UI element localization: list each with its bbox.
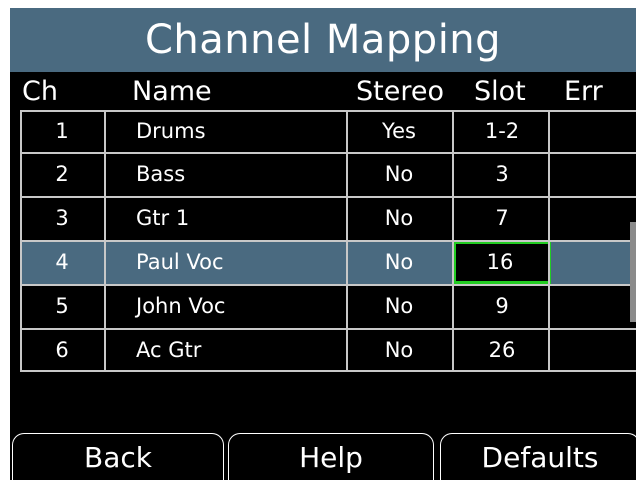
- cell-stereo: No: [384, 294, 414, 318]
- device-display: Channel Mapping Ch Name Stereo Slot Err …: [10, 8, 636, 480]
- grid-line: [20, 370, 636, 372]
- cell-ch: 1: [55, 119, 69, 143]
- cell-err: [552, 329, 636, 372]
- cell-err: [552, 110, 636, 153]
- grid-line: [20, 240, 636, 242]
- grid-line: [452, 110, 454, 372]
- cell-slot: 3: [495, 162, 509, 186]
- grid-line: [548, 110, 550, 372]
- grid-line: [20, 110, 636, 112]
- table-row-selected[interactable]: 4 Paul Voc No 16: [20, 241, 636, 284]
- column-header-err: Err: [564, 76, 603, 107]
- cell-slot: 1-2: [484, 119, 520, 143]
- cell-stereo: No: [384, 250, 414, 274]
- cell-err: [552, 197, 636, 240]
- page-title: Channel Mapping: [10, 8, 636, 72]
- cell-slot: 16: [486, 250, 514, 274]
- grid-line: [20, 152, 636, 154]
- cell-ch: 2: [55, 162, 69, 186]
- screen: Channel Mapping Ch Name Stereo Slot Err …: [0, 0, 636, 480]
- table-row[interactable]: 6 Ac Gtr No 26: [20, 329, 636, 372]
- grid-line: [346, 110, 348, 372]
- grid-line: [20, 110, 22, 372]
- column-header-name: Name: [132, 76, 212, 107]
- column-header-slot: Slot: [474, 76, 526, 107]
- help-button[interactable]: Help: [228, 433, 434, 480]
- grid-line: [20, 196, 636, 198]
- cell-name: Ac Gtr: [136, 338, 202, 362]
- cell-err: [552, 285, 636, 328]
- cell-name: John Voc: [136, 294, 226, 318]
- cell-stereo: No: [384, 338, 414, 362]
- defaults-button[interactable]: Defaults: [440, 433, 636, 480]
- cell-ch: 3: [55, 206, 69, 230]
- table-row[interactable]: 3 Gtr 1 No 7: [20, 197, 636, 240]
- back-button[interactable]: Back: [12, 433, 224, 480]
- cell-name: Drums: [136, 119, 206, 143]
- cell-name: Gtr 1: [136, 206, 190, 230]
- cell-err: [552, 153, 636, 196]
- grid-line: [104, 110, 106, 372]
- cell-slot: 26: [488, 338, 516, 362]
- cell-stereo: No: [384, 206, 414, 230]
- cell-stereo: Yes: [382, 119, 416, 143]
- grid-line: [20, 328, 636, 330]
- cell-ch: 6: [55, 338, 69, 362]
- cell-ch: 5: [55, 294, 69, 318]
- cell-stereo: No: [384, 162, 414, 186]
- cell-slot: 9: [495, 294, 509, 318]
- channel-table: 1 Drums Yes 1-2 2 Bass No 3 3 Gtr 1 No 7: [20, 110, 636, 372]
- cell-slot: 7: [495, 206, 509, 230]
- cell-name: Bass: [136, 162, 186, 186]
- cell-name: Paul Voc: [136, 250, 224, 274]
- column-header-ch: Ch: [22, 76, 58, 107]
- table-row[interactable]: 5 John Voc No 9: [20, 285, 636, 328]
- grid-line: [20, 284, 636, 286]
- scroll-indicator[interactable]: [630, 222, 636, 322]
- table-row[interactable]: 1 Drums Yes 1-2: [20, 110, 636, 153]
- column-header-stereo: Stereo: [356, 76, 444, 107]
- cell-err: [552, 241, 636, 284]
- table-row[interactable]: 2 Bass No 3: [20, 153, 636, 196]
- cell-ch: 4: [55, 250, 69, 274]
